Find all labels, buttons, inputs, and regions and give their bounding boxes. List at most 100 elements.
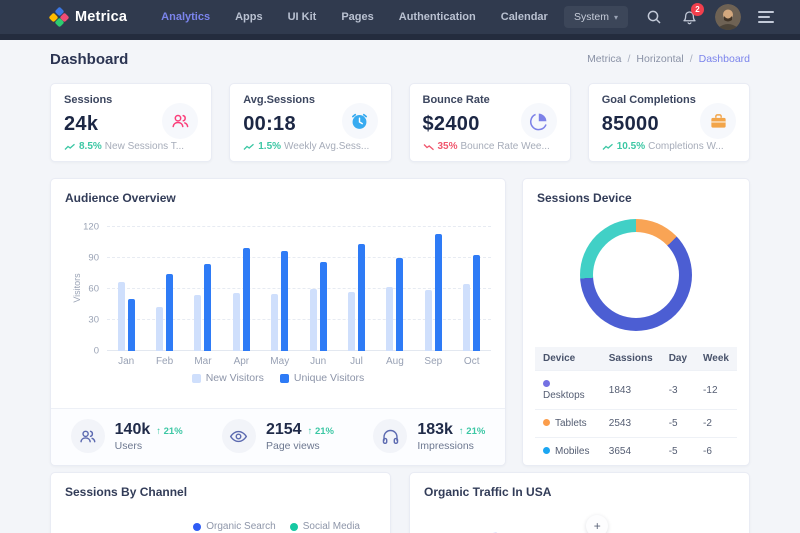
device-dot-icon bbox=[543, 447, 550, 454]
user-avatar[interactable] bbox=[715, 4, 741, 30]
table-row-desktops[interactable]: Desktops1843-3-12 bbox=[535, 371, 737, 410]
x-axis-ticks: JanFebMarAprMayJunJulAugSepOct bbox=[107, 351, 491, 371]
bar-new-visitors bbox=[156, 307, 163, 351]
pie-chart-icon bbox=[521, 103, 557, 139]
table-header-device: Device bbox=[535, 347, 601, 371]
brand[interactable]: Metrica bbox=[50, 8, 127, 26]
page-head: Dashboard Metrica/Horizontal/Dashboard bbox=[0, 40, 800, 78]
x-tick: Jul bbox=[342, 356, 372, 367]
bar-group-may[interactable] bbox=[271, 227, 288, 351]
nav-item-pages[interactable]: Pages bbox=[341, 11, 373, 23]
bar-unique-visitors bbox=[243, 248, 250, 351]
clock-icon bbox=[342, 103, 378, 139]
trend-up-icon bbox=[243, 143, 255, 151]
bar-new-visitors bbox=[310, 289, 317, 351]
organic-traffic-title: Organic Traffic In USA bbox=[424, 485, 735, 499]
eye-icon bbox=[222, 419, 256, 453]
stat-value: 2154 bbox=[266, 421, 302, 439]
trend-up-icon bbox=[64, 143, 76, 151]
stat-impressions: 183k ↑ 21% Impressions bbox=[354, 419, 505, 453]
bar-group-feb[interactable] bbox=[156, 227, 173, 351]
nav-item-calendar[interactable]: Calendar bbox=[501, 11, 548, 23]
sessions-device-title: Sessions Device bbox=[523, 191, 749, 205]
stat-card-sessions: Sessions 24k 8.5% New Sessions T... bbox=[50, 83, 212, 162]
stat-value: 00:18 bbox=[243, 113, 296, 136]
bar-new-visitors bbox=[118, 282, 125, 351]
table-cell: -2 bbox=[695, 410, 737, 438]
y-tick: 120 bbox=[83, 222, 99, 233]
chart-plot-area bbox=[107, 227, 491, 351]
bar-group-aug[interactable] bbox=[386, 227, 403, 351]
stat-page-views: 2154 ↑ 21% Page views bbox=[202, 419, 353, 453]
audience-stats-footer: 140k ↑ 21% Users 2154 ↑ 21% bbox=[51, 408, 505, 465]
breadcrumb-item-horizontal[interactable]: Horizontal bbox=[636, 53, 683, 65]
breadcrumb-item-metrica[interactable]: Metrica bbox=[587, 53, 621, 65]
stat-label: Users bbox=[115, 440, 183, 452]
sessions-by-channel-title: Sessions By Channel bbox=[65, 485, 376, 499]
table-row-mobiles[interactable]: Mobiles3654-5-6 bbox=[535, 438, 737, 466]
bar-unique-visitors bbox=[473, 255, 480, 351]
bar-unique-visitors bbox=[166, 274, 173, 352]
table-cell: 1843 bbox=[601, 371, 661, 410]
stat-card-goal-completions: Goal Completions 85000 10.5% Completions… bbox=[588, 83, 750, 162]
channel-legend: Organic SearchSocial Media bbox=[65, 521, 360, 532]
breadcrumb: Metrica/Horizontal/Dashboard bbox=[587, 53, 750, 65]
stat-delta: ↑ 21% bbox=[156, 426, 182, 437]
table-cell: 2543 bbox=[601, 410, 661, 438]
chevron-down-icon: ▾ bbox=[614, 13, 618, 22]
nav-item-apps[interactable]: Apps bbox=[235, 11, 263, 23]
y-axis-label: Visitors bbox=[65, 227, 79, 351]
table-cell: -3 bbox=[661, 371, 695, 410]
map-zoom-in-button[interactable]: + bbox=[586, 515, 608, 533]
bell-icon[interactable]: 2 bbox=[680, 8, 698, 26]
table-row-tablets[interactable]: Tablets2543-5-2 bbox=[535, 410, 737, 438]
bar-group-jul[interactable] bbox=[348, 227, 365, 351]
bar-unique-visitors bbox=[281, 251, 288, 351]
breadcrumb-separator: / bbox=[628, 53, 631, 65]
bar-group-jun[interactable] bbox=[310, 227, 327, 351]
bar-group-sep[interactable] bbox=[425, 227, 442, 351]
stat-card-avg-sessions: Avg.Sessions 00:18 1.5% Weekly Avg.Sess.… bbox=[229, 83, 391, 162]
nav-item-authentication[interactable]: Authentication bbox=[399, 11, 476, 23]
stat-subtext: 10.5% Completions W... bbox=[602, 141, 736, 152]
sessions-device-donut-chart bbox=[580, 219, 692, 331]
stat-users: 140k ↑ 21% Users bbox=[51, 419, 202, 453]
usa-map[interactable] bbox=[418, 523, 538, 533]
breadcrumb-item-dashboard[interactable]: Dashboard bbox=[699, 53, 750, 65]
legend-item-organic-search: Organic Search bbox=[193, 521, 275, 532]
sessions-device-card: Sessions Device DeviceSassionsDayWeek De… bbox=[522, 178, 750, 466]
bar-new-visitors bbox=[233, 293, 240, 351]
system-dropdown[interactable]: System ▾ bbox=[564, 6, 628, 28]
audience-overview-title: Audience Overview bbox=[65, 191, 491, 205]
y-axis-ticks: 0306090120 bbox=[79, 227, 107, 351]
bar-group-oct[interactable] bbox=[463, 227, 480, 351]
headphones-icon bbox=[373, 419, 407, 453]
table-cell: -5 bbox=[661, 438, 695, 466]
stat-subtext: 35% Bounce Rate Wee... bbox=[423, 141, 557, 152]
bar-group-jan[interactable] bbox=[118, 227, 135, 351]
table-cell: -6 bbox=[695, 438, 737, 466]
legend-dot bbox=[290, 523, 298, 531]
bar-unique-visitors bbox=[204, 264, 211, 351]
stat-label: Impressions bbox=[417, 440, 485, 452]
bar-unique-visitors bbox=[396, 258, 403, 351]
nav-item-ui-kit[interactable]: UI Kit bbox=[288, 11, 317, 23]
bar-group-mar[interactable] bbox=[194, 227, 211, 351]
bar-unique-visitors bbox=[358, 244, 365, 351]
bar-unique-visitors bbox=[128, 299, 135, 351]
device-dot-icon bbox=[543, 419, 550, 426]
y-tick: 30 bbox=[88, 315, 99, 326]
page-title: Dashboard bbox=[50, 51, 128, 68]
notification-badge: 2 bbox=[691, 3, 704, 16]
stat-value: 85000 bbox=[602, 113, 659, 136]
search-icon[interactable] bbox=[645, 8, 663, 26]
dashboard-page: Metrica Analytics Apps UI Kit Pages Authenti… bbox=[0, 0, 800, 533]
nav-item-analytics[interactable]: Analytics bbox=[161, 11, 210, 23]
menu-icon[interactable] bbox=[758, 11, 774, 23]
table-header-sassions: Sassions bbox=[601, 347, 661, 371]
bar-group-apr[interactable] bbox=[233, 227, 250, 351]
trend-up-icon bbox=[602, 143, 614, 151]
bar-new-visitors bbox=[386, 287, 393, 351]
legend-swatch bbox=[192, 374, 201, 383]
topbar-right: System ▾ 2 bbox=[564, 4, 774, 30]
